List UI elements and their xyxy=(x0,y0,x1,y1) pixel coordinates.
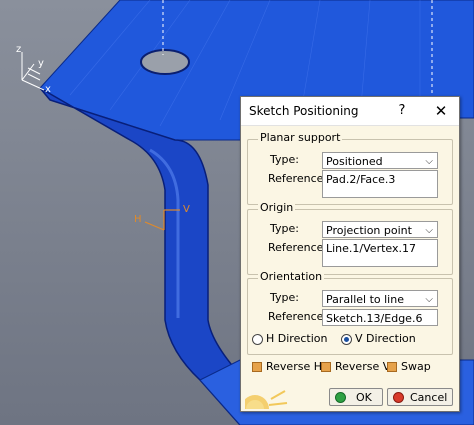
orientation-type-combo[interactable]: Parallel to line ⌵ xyxy=(322,290,438,307)
orientation-group: Orientation Type: Parallel to line ⌵ Ref… xyxy=(247,270,453,355)
sketch-positioning-dialog: Sketch Positioning ? ✕ Planar support Ty… xyxy=(240,96,460,412)
origin-reference-label: Reference: xyxy=(268,241,328,254)
v-direction-radio[interactable] xyxy=(341,334,352,345)
origin-reference-value: Line.1/Vertex.17 xyxy=(326,242,416,255)
chevron-down-icon: ⌵ xyxy=(425,294,433,305)
orientation-legend: Orientation xyxy=(258,270,325,283)
dialog-title: Sketch Positioning xyxy=(249,104,359,118)
planar-reference-field[interactable]: Pad.2/Face.3 xyxy=(322,170,438,198)
planar-type-combo[interactable]: Positioned ⌵ xyxy=(322,152,438,169)
chevron-down-icon: ⌵ xyxy=(425,225,433,236)
origin-legend: Origin xyxy=(258,201,296,214)
swap-checkbox[interactable] xyxy=(387,362,397,372)
cancel-label: Cancel xyxy=(410,391,448,404)
orientation-reference-value: Sketch.13/Edge.6 xyxy=(326,312,423,325)
reverse-v-label[interactable]: Reverse V xyxy=(335,360,390,373)
ok-button[interactable]: OK xyxy=(329,388,383,406)
help-button[interactable]: ? xyxy=(392,101,412,121)
h-direction-label[interactable]: H Direction xyxy=(266,332,327,345)
planar-reference-value: Pad.2/Face.3 xyxy=(326,173,396,186)
dialog-titlebar[interactable]: Sketch Positioning ? ✕ xyxy=(241,97,459,126)
reverse-v-checkbox[interactable] xyxy=(321,362,331,372)
close-button[interactable]: ✕ xyxy=(431,101,451,121)
cancel-icon xyxy=(393,392,404,403)
origin-type-label: Type: xyxy=(270,222,299,235)
compass-z-label: z xyxy=(16,44,21,55)
compass-y-label: y xyxy=(38,58,44,69)
orientation-reference-field[interactable]: Sketch.13/Edge.6 xyxy=(322,309,438,326)
planar-reference-label: Reference: xyxy=(268,172,328,185)
orientation-reference-label: Reference: xyxy=(268,310,328,323)
ok-label: OK xyxy=(356,391,372,404)
chevron-down-icon: ⌵ xyxy=(425,156,433,167)
v-direction-label[interactable]: V Direction xyxy=(355,332,416,345)
origin-type-combo[interactable]: Projection point ⌵ xyxy=(322,221,438,238)
origin-reference-field[interactable]: Line.1/Vertex.17 xyxy=(322,239,438,267)
h-direction-radio[interactable] xyxy=(252,334,263,345)
cancel-button[interactable]: Cancel xyxy=(387,388,453,406)
planar-support-group: Planar support Type: Positioned ⌵ Refere… xyxy=(247,131,453,205)
planar-support-legend: Planar support xyxy=(258,131,343,144)
sketch-h-label: H xyxy=(134,214,142,225)
origin-group: Origin Type: Projection point ⌵ Referenc… xyxy=(247,201,453,275)
reverse-h-label[interactable]: Reverse H xyxy=(266,360,322,373)
orientation-type-value: Parallel to line xyxy=(326,293,404,306)
sun-decoration-icon xyxy=(245,390,288,409)
sketch-v-label: V xyxy=(183,204,190,215)
compass-x-label: x xyxy=(45,84,51,95)
planar-type-label: Type: xyxy=(270,153,299,166)
ok-icon xyxy=(335,392,346,403)
part-hole[interactable] xyxy=(140,49,190,75)
origin-type-value: Projection point xyxy=(326,224,412,237)
orientation-type-label: Type: xyxy=(270,291,299,304)
planar-type-value: Positioned xyxy=(326,155,383,168)
reverse-h-checkbox[interactable] xyxy=(252,362,262,372)
swap-label[interactable]: Swap xyxy=(401,360,431,373)
